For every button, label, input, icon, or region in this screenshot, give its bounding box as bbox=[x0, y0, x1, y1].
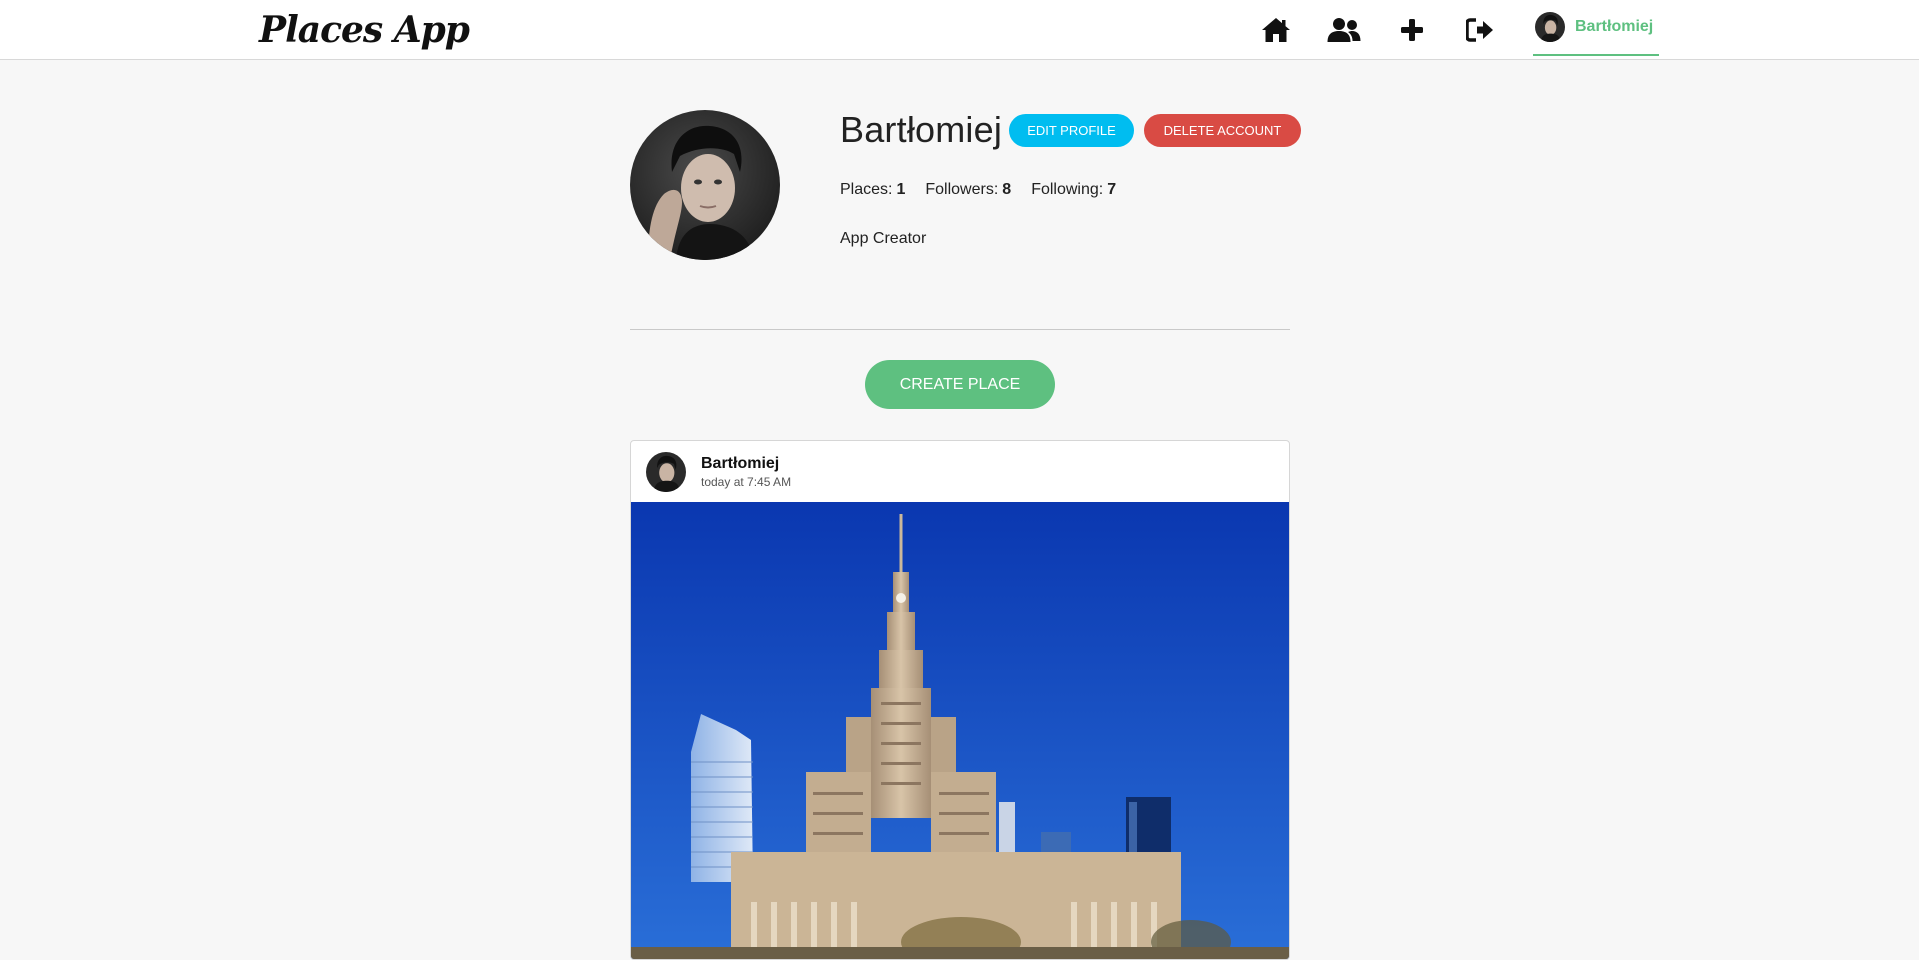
stat-places-value: 1 bbox=[896, 181, 906, 198]
home-icon[interactable] bbox=[1256, 10, 1296, 50]
stat-following-label: Following: bbox=[1031, 181, 1104, 198]
profile-bio: App Creator bbox=[840, 230, 927, 247]
users-icon[interactable] bbox=[1324, 10, 1364, 50]
top-navbar: Places App Bartłomiej bbox=[0, 0, 1919, 60]
card-timestamp: today at 7:45 AM bbox=[701, 475, 792, 489]
nav-user-avatar bbox=[1535, 12, 1565, 42]
card-author-name[interactable]: Bartłomiej bbox=[701, 455, 779, 473]
profile-name: Bartłomiej bbox=[840, 109, 1003, 150]
sign-out-icon[interactable] bbox=[1460, 10, 1500, 50]
app-logo[interactable]: Places App bbox=[259, 8, 470, 52]
stat-places-label: Places: bbox=[840, 181, 893, 198]
stat-followers-label: Followers: bbox=[925, 181, 999, 198]
card-header: Bartłomiej today at 7:45 AM bbox=[631, 441, 1289, 502]
create-place-button[interactable]: CREATE PLACE bbox=[865, 360, 1055, 409]
plus-icon[interactable] bbox=[1392, 10, 1432, 50]
stat-following[interactable]: Following: 7 bbox=[1031, 181, 1116, 199]
profile-avatar bbox=[630, 110, 780, 260]
card-author-avatar[interactable] bbox=[646, 452, 686, 492]
edit-profile-button[interactable]: EDIT PROFILE bbox=[1009, 114, 1134, 147]
nav-icon-group bbox=[1256, 0, 1528, 60]
nav-user-menu[interactable]: Bartłomiej bbox=[1533, 0, 1659, 56]
profile-stats: Places: 1 Followers: 8 Following: 7 bbox=[840, 181, 1136, 199]
stat-places: Places: 1 bbox=[840, 181, 905, 199]
place-card: Bartłomiej today at 7:45 AM bbox=[630, 440, 1290, 960]
stat-following-value: 7 bbox=[1107, 181, 1117, 198]
place-photo[interactable] bbox=[631, 502, 1289, 959]
nav-user-name: Bartłomiej bbox=[1575, 18, 1654, 35]
section-divider bbox=[630, 329, 1290, 330]
stat-followers-value: 8 bbox=[1002, 181, 1012, 198]
stat-followers[interactable]: Followers: 8 bbox=[925, 181, 1011, 199]
delete-account-button[interactable]: DELETE ACCOUNT bbox=[1144, 114, 1301, 147]
